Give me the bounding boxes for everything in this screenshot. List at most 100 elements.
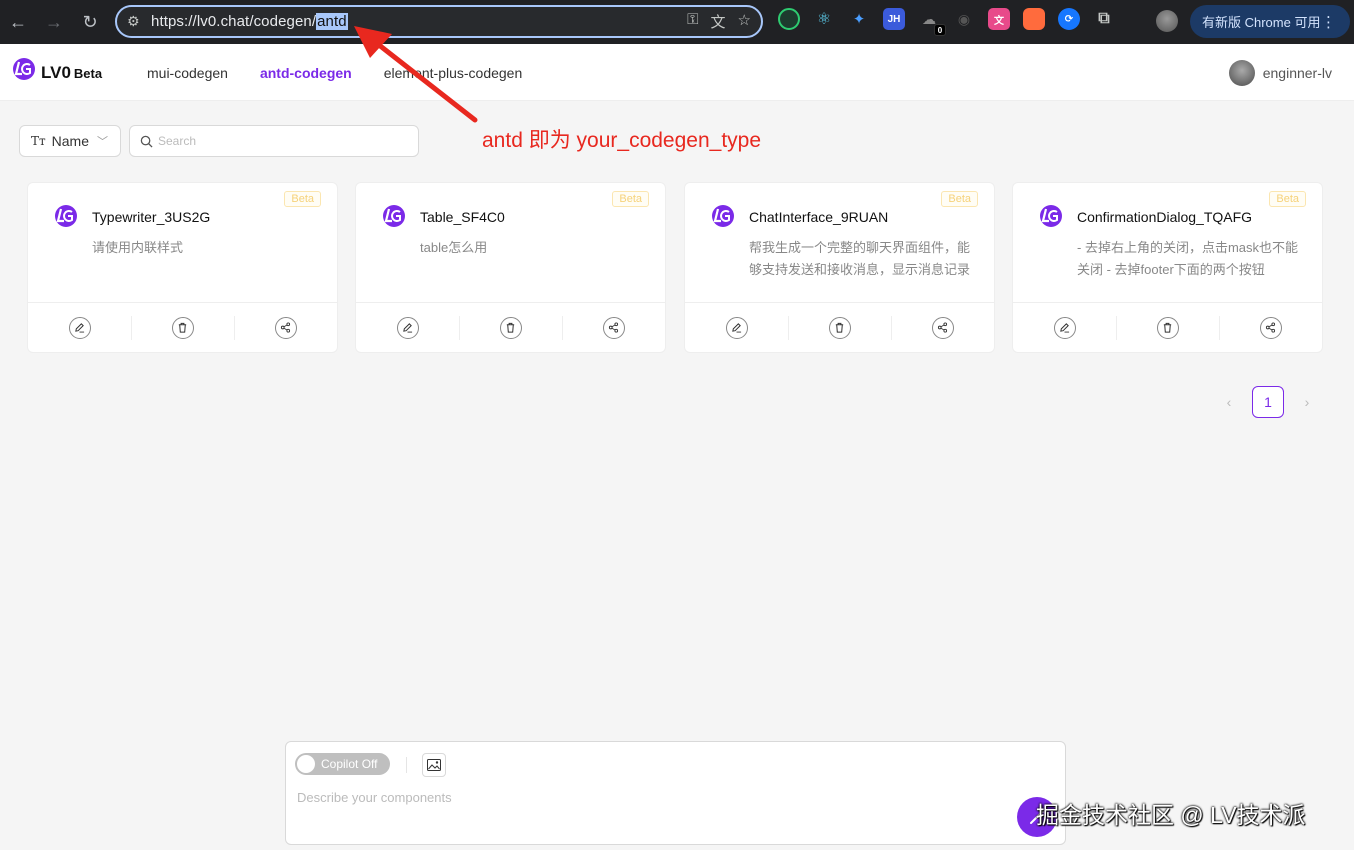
edit-icon xyxy=(732,323,742,333)
trash-icon xyxy=(1163,322,1172,333)
share-button[interactable] xyxy=(1219,303,1322,352)
card-actions xyxy=(1013,302,1322,352)
translate-icon[interactable]: 文 xyxy=(711,11,726,32)
extension-green-ring-icon[interactable] xyxy=(778,8,800,30)
component-logo-icon xyxy=(1040,205,1062,227)
edit-button[interactable] xyxy=(356,303,459,352)
delete-button[interactable] xyxy=(1116,303,1219,352)
card-title: Typewriter_3US2G xyxy=(92,209,211,225)
forward-button[interactable]: → xyxy=(36,0,72,44)
extensions-puzzle-icon[interactable]: ⧉ xyxy=(1093,8,1115,30)
component-card[interactable]: Beta ChatInterface_9RUAN 帮我生成一个完整的聊天界面组件… xyxy=(684,182,995,353)
delete-button[interactable] xyxy=(788,303,891,352)
chevron-right-icon: › xyxy=(1304,394,1310,410)
more-vertical-icon: ⋮ xyxy=(1321,13,1336,31)
search-icon xyxy=(140,135,153,148)
share-button[interactable] xyxy=(562,303,665,352)
extension-pink-icon[interactable]: 文 xyxy=(988,8,1010,30)
search-input[interactable] xyxy=(158,134,398,148)
arrow-left-icon: ← xyxy=(9,11,27,32)
delete-button[interactable] xyxy=(131,303,234,352)
card-description: 请使用内联样式 xyxy=(92,240,184,255)
card-actions xyxy=(685,302,994,352)
card-actions xyxy=(356,302,665,352)
lv0-logo-icon[interactable] xyxy=(10,56,36,82)
chevron-left-icon: ‹ xyxy=(1226,394,1232,410)
extension-cloud-icon[interactable]: ☁ 0 xyxy=(918,8,946,36)
card-title: ConfirmationDialog_TQAFG xyxy=(1077,209,1253,225)
card-beta-badge: Beta xyxy=(941,191,978,207)
pagination: ‹ 1 › xyxy=(1216,386,1320,418)
brand-name: LV0 Beta xyxy=(41,63,103,82)
share-button[interactable] xyxy=(234,303,337,352)
card-beta-badge: Beta xyxy=(612,191,649,207)
bookmark-star-icon[interactable]: ☆ xyxy=(738,11,751,32)
chrome-update-button[interactable]: 有新版 Chrome 可用 ⋮ xyxy=(1190,5,1350,38)
nav-antd-codegen[interactable]: antd-codegen xyxy=(260,65,352,81)
reload-button[interactable]: ↻ xyxy=(72,0,108,44)
component-card[interactable]: Beta Typewriter_3US2G 请使用内联样式 xyxy=(27,182,338,353)
trash-icon xyxy=(506,322,515,333)
prev-page-button[interactable]: ‹ xyxy=(1216,386,1242,418)
back-button[interactable]: ← xyxy=(0,0,36,44)
card-description: table怎么用 xyxy=(420,240,488,255)
trash-icon xyxy=(178,322,187,333)
extension-jh-icon[interactable]: JH xyxy=(883,8,905,30)
watermark: 掘金技术社区 @ LV技术派 xyxy=(1036,802,1306,828)
card-description: - 去掉右上角的关闭，点击mask也不能关闭 - 去掉footer下面的两个按钮 xyxy=(1077,240,1299,277)
upload-image-button[interactable] xyxy=(422,753,446,777)
component-logo-icon xyxy=(712,205,734,227)
page-1-button[interactable]: 1 xyxy=(1252,386,1284,418)
toggle-knob xyxy=(297,755,315,773)
card-actions xyxy=(28,302,337,352)
brand-beta-tag: Beta xyxy=(73,66,103,81)
component-card[interactable]: Beta Table_SF4C0 table怎么用 xyxy=(355,182,666,353)
annotation-arrow xyxy=(354,26,478,123)
share-icon xyxy=(608,322,619,333)
extension-orange-icon[interactable] xyxy=(1023,8,1045,30)
trash-icon xyxy=(835,322,844,333)
edit-button[interactable] xyxy=(28,303,131,352)
user-avatar xyxy=(1228,60,1255,86)
edit-icon xyxy=(403,323,413,333)
card-title: Table_SF4C0 xyxy=(420,209,505,225)
share-icon xyxy=(1265,322,1276,333)
extension-blue-circle-icon[interactable]: ⟳ xyxy=(1058,8,1080,30)
prompt-input[interactable] xyxy=(297,790,997,830)
react-devtools-icon[interactable]: ⚛ xyxy=(813,8,835,30)
card-title: ChatInterface_9RUAN xyxy=(749,209,889,225)
reload-icon: ↻ xyxy=(82,11,98,32)
share-button[interactable] xyxy=(891,303,994,352)
chrome-profile-avatar[interactable] xyxy=(1156,10,1178,32)
text-type-icon: Tт xyxy=(31,134,46,148)
copilot-toggle-label: Copilot Off xyxy=(321,757,378,771)
key-icon[interactable]: ⚿ xyxy=(687,11,698,32)
extensions-row: ⚛ ✦ JH ☁ 0 ◉ 文 ⟳ ⧉ xyxy=(778,8,1115,36)
extension-blue-icon[interactable]: ✦ xyxy=(848,8,870,30)
extension-dark-circle-icon[interactable]: ◉ xyxy=(953,8,975,30)
component-card[interactable]: Beta ConfirmationDialog_TQAFG - 去掉右上角的关闭… xyxy=(1012,182,1323,353)
share-icon xyxy=(937,322,948,333)
extension-badge: 0 xyxy=(934,24,946,36)
component-logo-icon xyxy=(55,205,77,227)
next-page-button[interactable]: › xyxy=(1294,386,1320,418)
share-icon xyxy=(280,322,291,333)
delete-button[interactable] xyxy=(459,303,562,352)
username: enginner-lv xyxy=(1262,65,1332,81)
field-select[interactable]: Tт Name ﹀ xyxy=(19,125,121,157)
card-beta-badge: Beta xyxy=(1269,191,1306,207)
annotation-text: antd 即为 your_codegen_type xyxy=(482,129,762,152)
site-settings-icon[interactable]: ⚙ xyxy=(127,13,151,30)
user-menu[interactable]: enginner-lv xyxy=(1228,60,1332,86)
copilot-toggle[interactable]: Copilot Off xyxy=(295,753,390,775)
field-select-value: Name xyxy=(51,133,90,149)
card-beta-badge: Beta xyxy=(284,191,321,207)
toolbar-divider xyxy=(406,757,407,773)
app-header: LV0 Beta mui-codegen antd-codegen element… xyxy=(0,44,1354,101)
edit-icon xyxy=(75,323,85,333)
chevron-down-icon: ﹀ xyxy=(97,136,109,148)
edit-button[interactable] xyxy=(1013,303,1116,352)
nav-mui-codegen[interactable]: mui-codegen xyxy=(147,65,228,81)
edit-button[interactable] xyxy=(685,303,788,352)
card-description: 帮我生成一个完整的聊天界面组件，能够支持发送和接收消息，显示消息记录 xyxy=(749,240,971,277)
